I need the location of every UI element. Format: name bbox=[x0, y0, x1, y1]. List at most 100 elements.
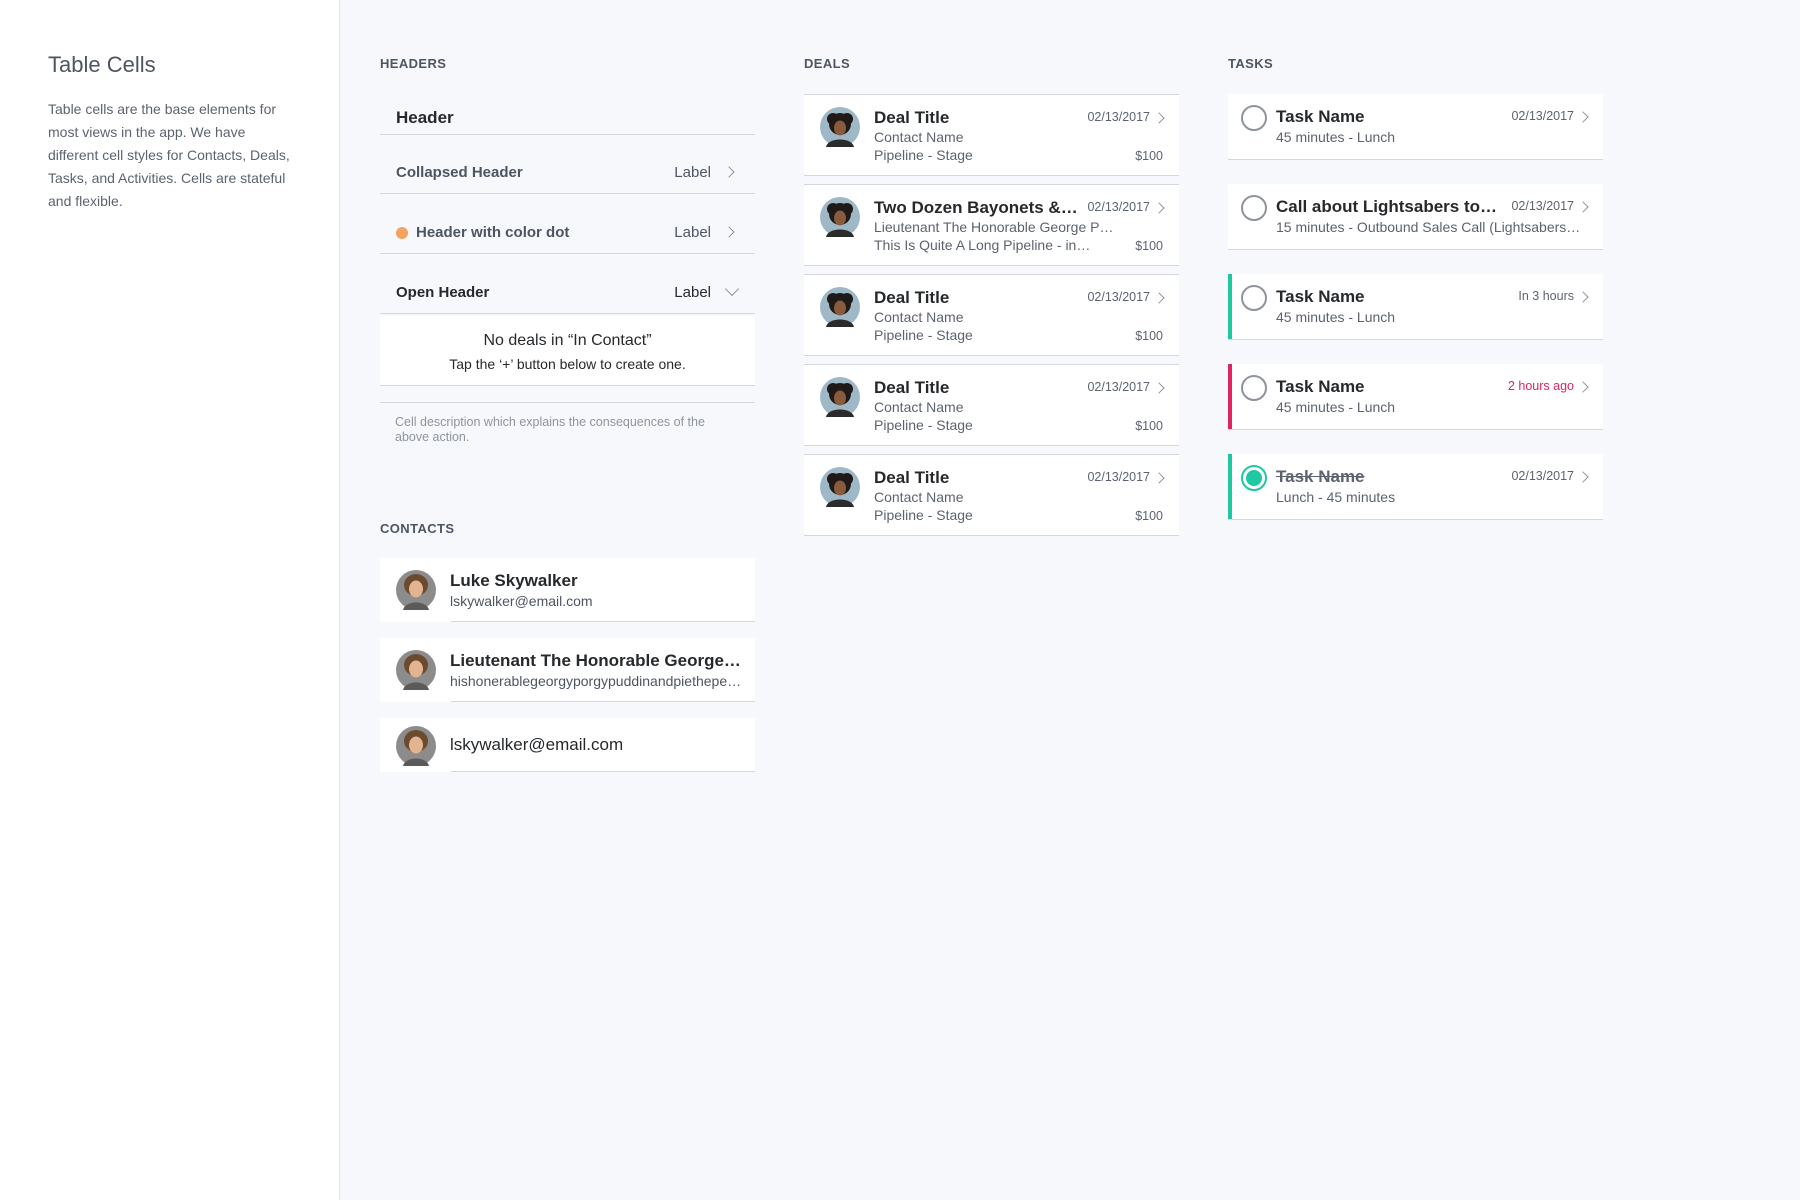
contact-email: hishonerablegeorgyporgypuddinandpiethepe… bbox=[450, 673, 743, 689]
chevron-right-icon bbox=[1153, 202, 1165, 214]
collapsed-header-cell[interactable]: Collapsed Header Label bbox=[380, 148, 755, 194]
color-dot-header-cell[interactable]: Header with color dot Label bbox=[380, 208, 755, 254]
task-cell[interactable]: Call about Lightsabers to order 02/13/20… bbox=[1228, 184, 1603, 250]
task-name: Task Name bbox=[1276, 107, 1365, 126]
deal-contact: Contact Name bbox=[874, 309, 964, 325]
task-accent-bar bbox=[1228, 274, 1232, 339]
deal-value: $100 bbox=[1135, 239, 1163, 253]
chevron-down-icon bbox=[724, 281, 740, 297]
task-checkbox-checked-icon[interactable] bbox=[1241, 465, 1267, 491]
task-checkbox-icon[interactable] bbox=[1241, 195, 1267, 221]
chevron-right-icon bbox=[1153, 112, 1165, 124]
deal-value: $100 bbox=[1135, 419, 1163, 433]
task-cell[interactable]: Task Name In 3 hours 45 minutes - Lunch bbox=[1228, 274, 1603, 340]
deal-title: Deal Title bbox=[874, 288, 950, 307]
color-dot-header-label: Label bbox=[674, 224, 711, 241]
color-dot bbox=[396, 227, 408, 239]
empty-state: No deals in “In Contact” Tap the ‘+’ but… bbox=[380, 316, 755, 386]
deal-cell[interactable]: Deal Title 02/13/2017 Contact Name Pipel… bbox=[804, 454, 1179, 536]
task-cell[interactable]: Task Name 02/13/2017 45 minutes - Lunch bbox=[1228, 94, 1603, 160]
deal-contact: Lieutenant The Honorable George Pepperid… bbox=[874, 219, 1119, 235]
open-header-label: Label bbox=[674, 284, 711, 301]
deal-pipeline: Pipeline - Stage bbox=[874, 417, 973, 433]
contact-cell[interactable]: Lieutenant The Honorable George Pepperid… bbox=[380, 638, 755, 702]
deal-date: 02/13/2017 bbox=[1087, 290, 1150, 304]
task-checkbox-icon[interactable] bbox=[1241, 285, 1267, 311]
avatar bbox=[820, 107, 860, 147]
task-name: Call about Lightsabers to order bbox=[1276, 197, 1501, 216]
deal-value: $100 bbox=[1135, 329, 1163, 343]
open-header-cell[interactable]: Open Header Label bbox=[380, 268, 755, 314]
page-description: Table cells are the base elements for mo… bbox=[48, 101, 290, 209]
contacts-section-title: CONTACTS bbox=[380, 521, 455, 536]
divider bbox=[451, 701, 755, 702]
task-cell[interactable]: Task Name 2 hours ago 45 minutes - Lunch bbox=[1228, 364, 1603, 430]
task-due-date: In 3 hours bbox=[1518, 289, 1574, 303]
deal-pipeline: Pipeline - Stage bbox=[874, 507, 973, 523]
deal-date: 02/13/2017 bbox=[1087, 110, 1150, 124]
empty-state-title: No deals in “In Contact” bbox=[483, 332, 652, 349]
cell-description: Cell description which explains the cons… bbox=[380, 402, 755, 445]
avatar bbox=[820, 467, 860, 507]
deal-cell[interactable]: Two Dozen Bayonets & More 02/13/2017 Lie… bbox=[804, 184, 1179, 266]
avatar bbox=[820, 287, 860, 327]
empty-state-subtitle: Tap the ‘+’ button below to create one. bbox=[449, 356, 686, 372]
deal-date: 02/13/2017 bbox=[1087, 380, 1150, 394]
task-name: Task Name bbox=[1276, 467, 1365, 486]
avatar bbox=[396, 570, 436, 610]
task-name: Task Name bbox=[1276, 377, 1365, 396]
deals-section-title: DEALS bbox=[804, 56, 851, 71]
task-subtitle: 45 minutes - Lunch bbox=[1276, 399, 1396, 415]
task-subtitle: 45 minutes - Lunch bbox=[1276, 129, 1396, 145]
contact-email: lskywalker@email.com bbox=[450, 593, 593, 609]
task-checkbox-icon[interactable] bbox=[1241, 375, 1267, 401]
contact-cell[interactable]: lskywalker@email.com bbox=[380, 718, 755, 772]
contact-cell[interactable]: Luke Skywalker lskywalker@email.com bbox=[380, 558, 755, 622]
deal-pipeline: Pipeline - Stage bbox=[874, 147, 973, 163]
chevron-right-icon bbox=[1153, 472, 1165, 484]
divider bbox=[451, 621, 755, 622]
chevron-right-icon bbox=[1153, 292, 1165, 304]
avatar bbox=[820, 197, 860, 237]
contact-email: lskywalker@email.com bbox=[450, 735, 624, 754]
deal-date: 02/13/2017 bbox=[1087, 200, 1150, 214]
deal-pipeline: Pipeline - Stage bbox=[874, 327, 973, 343]
collapsed-header-label: Label bbox=[674, 164, 711, 181]
task-name: Task Name bbox=[1276, 287, 1365, 306]
task-due-date: 02/13/2017 bbox=[1511, 469, 1574, 483]
divider bbox=[451, 771, 755, 772]
task-due-date: 02/13/2017 bbox=[1511, 109, 1574, 123]
deal-contact: Contact Name bbox=[874, 489, 964, 505]
deal-contact: Contact Name bbox=[874, 129, 964, 145]
contact-name: Luke Skywalker bbox=[450, 571, 578, 590]
avatar bbox=[396, 726, 436, 766]
task-subtitle: 45 minutes - Lunch bbox=[1276, 309, 1396, 325]
deal-cell[interactable]: Deal Title 02/13/2017 Contact Name Pipel… bbox=[804, 364, 1179, 446]
deal-title: Deal Title bbox=[874, 108, 950, 127]
chevron-right-icon bbox=[723, 166, 735, 178]
avatar bbox=[820, 377, 860, 417]
task-due-date: 2 hours ago bbox=[1507, 379, 1574, 393]
deal-title: Deal Title bbox=[874, 378, 950, 397]
deal-value: $100 bbox=[1135, 149, 1163, 163]
deal-title: Two Dozen Bayonets & More bbox=[874, 198, 1079, 217]
deal-date: 02/13/2017 bbox=[1087, 470, 1150, 484]
task-subtitle: Lunch - 45 minutes bbox=[1276, 489, 1396, 505]
header-cell: Header bbox=[380, 94, 755, 135]
chevron-right-icon bbox=[1577, 291, 1589, 303]
deal-pipeline: This Is Quite A Long Pipeline - in conta… bbox=[874, 237, 1094, 253]
deal-cell[interactable]: Deal Title 02/13/2017 Contact Name Pipel… bbox=[804, 94, 1179, 176]
task-accent-bar bbox=[1228, 364, 1232, 429]
task-cell[interactable]: Task Name 02/13/2017 Lunch - 45 minutes bbox=[1228, 454, 1603, 520]
task-due-date: 02/13/2017 bbox=[1511, 199, 1574, 213]
color-dot-header-name: Header with color dot bbox=[416, 224, 570, 241]
deal-title: Deal Title bbox=[874, 468, 950, 487]
task-checkbox-icon[interactable] bbox=[1241, 105, 1267, 131]
headers-section-title: HEADERS bbox=[380, 56, 447, 71]
chevron-right-icon bbox=[1577, 381, 1589, 393]
tasks-section-title: TASKS bbox=[1228, 56, 1274, 71]
chevron-right-icon bbox=[723, 226, 735, 238]
task-subtitle: 15 minutes - Outbound Sales Call (Lights… bbox=[1276, 219, 1581, 235]
deal-value: $100 bbox=[1135, 509, 1163, 523]
deal-cell[interactable]: Deal Title 02/13/2017 Contact Name Pipel… bbox=[804, 274, 1179, 356]
